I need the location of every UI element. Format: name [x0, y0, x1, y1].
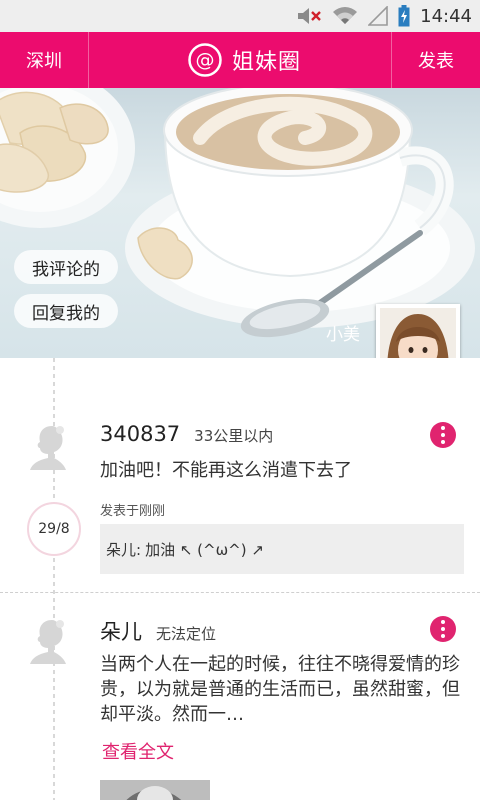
- svg-text:@: @: [196, 49, 215, 71]
- post-content: 加油吧！不能再这么消遣下去了: [100, 460, 352, 481]
- my-comments-button[interactable]: 我评论的: [14, 250, 118, 284]
- app-title: @ 姐妹圈: [188, 32, 301, 88]
- profile-name: 小美: [326, 325, 360, 345]
- at-sign-icon: @: [188, 43, 222, 77]
- date-badge: 29/8: [27, 502, 81, 556]
- replies-to-me-button[interactable]: 回复我的: [14, 294, 118, 328]
- top-nav-bar: 深圳 @ 姐妹圈 发表: [0, 32, 480, 88]
- post-time: 发表于刚刚: [100, 504, 166, 519]
- post-more-button[interactable]: [430, 616, 456, 642]
- female-silhouette-icon: [26, 422, 70, 470]
- muted-volume-icon: [296, 6, 322, 26]
- status-time: 14:44: [420, 5, 472, 27]
- post-username[interactable]: 340837: [100, 422, 180, 446]
- post-header: 340837 33公里以内: [100, 422, 273, 446]
- comment-box[interactable]: 朵儿: 加油 ↖ (^ω^) ↗: [100, 524, 464, 574]
- post-header: 朵儿 无法定位: [100, 616, 216, 646]
- post-more-button[interactable]: [430, 422, 456, 448]
- post-divider: [0, 592, 480, 593]
- female-silhouette-icon: [26, 616, 70, 664]
- status-bar: 14:44: [0, 0, 480, 32]
- no-signal-icon: [368, 6, 388, 26]
- wifi-icon: [332, 6, 358, 26]
- read-more-link[interactable]: 查看全文: [102, 738, 174, 764]
- status-icons: 14:44: [296, 0, 472, 32]
- post-distance: 无法定位: [156, 625, 217, 643]
- page-title: 姐妹圈: [232, 50, 302, 75]
- post-image-thumbnail[interactable]: [100, 780, 210, 800]
- publish-button[interactable]: 发表: [391, 32, 480, 88]
- city-button[interactable]: 深圳: [0, 32, 89, 88]
- post-content: 当两个人在一起的时候，往往不晓得爱情的珍贵，以为就是普通的生活而已，虽然甜蜜，但…: [100, 654, 460, 725]
- comment-user[interactable]: 朵儿:: [106, 539, 141, 560]
- post-feed: 340837 33公里以内 加油吧！不能再这么消遣下去了 发表于刚刚 29/8 …: [0, 358, 480, 800]
- post-username[interactable]: 朵儿: [100, 616, 142, 646]
- battery-charging-icon: [398, 5, 410, 27]
- post-distance: 33公里以内: [194, 427, 274, 445]
- comment-text: 加油 ↖ (^ω^) ↗: [145, 540, 264, 559]
